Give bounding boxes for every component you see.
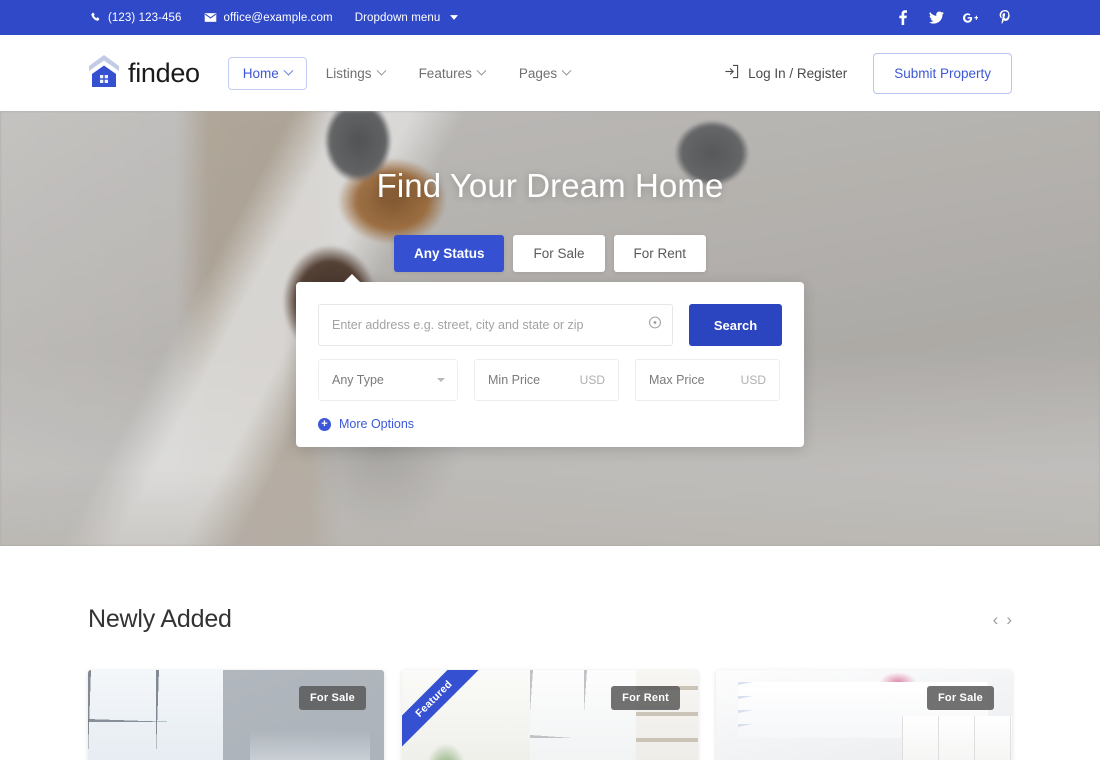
more-options-label: More Options xyxy=(339,417,415,431)
sign-in-icon xyxy=(724,64,739,82)
chevron-down-icon xyxy=(476,65,487,76)
property-type-value: Any Type xyxy=(332,373,384,387)
section-title: Newly Added xyxy=(88,605,232,633)
logo[interactable]: findeo xyxy=(88,54,200,93)
house-icon xyxy=(88,54,120,93)
email-link[interactable]: office@example.com xyxy=(204,12,333,24)
top-bar: (123) 123-456 office@example.com Dropdow… xyxy=(0,0,1100,35)
max-price-label: Max Price xyxy=(649,373,705,387)
google-plus-icon[interactable] xyxy=(963,10,978,25)
pinterest-icon[interactable] xyxy=(997,10,1012,25)
property-image xyxy=(716,670,1012,760)
chevron-left-icon[interactable]: ‹ xyxy=(993,611,999,628)
status-tabs: Any Status For Sale For Rent xyxy=(393,235,707,272)
header-actions: Log In / Register Submit Property xyxy=(724,52,1012,94)
search-panel: Search Any Type Min Price USD Max Price … xyxy=(296,274,804,447)
nav-item-pages[interactable]: Pages xyxy=(504,57,585,90)
min-price-currency: USD xyxy=(579,373,605,387)
hero-title: Find Your Dream Home xyxy=(376,167,724,204)
chevron-down-icon xyxy=(561,65,572,76)
nav-item-listings[interactable]: Listings xyxy=(311,57,400,90)
property-type-select-wrapper[interactable]: Any Type xyxy=(318,359,458,401)
facebook-icon[interactable] xyxy=(895,10,910,25)
chevron-right-icon[interactable]: › xyxy=(1006,611,1012,628)
status-badge: For Sale xyxy=(298,686,366,710)
caret-down-icon xyxy=(437,378,445,382)
phone-number: (123) 123-456 xyxy=(108,11,182,24)
phone-icon xyxy=(90,12,101,23)
max-price-input[interactable]: Max Price USD xyxy=(635,359,780,401)
login-register-link[interactable]: Log In / Register xyxy=(724,64,847,82)
more-options-toggle[interactable]: + More Options xyxy=(318,417,782,431)
login-label: Log In / Register xyxy=(748,65,848,81)
property-cards: For Sale Featured For Rent For Sale xyxy=(88,670,1012,760)
dropdown-label: Dropdown menu xyxy=(354,11,441,24)
property-card[interactable]: For Sale xyxy=(716,670,1012,760)
nav-item-home[interactable]: Home xyxy=(227,56,307,90)
search-button[interactable]: Search xyxy=(689,304,782,346)
email-address: office@example.com xyxy=(223,11,333,24)
status-tab-any-status[interactable]: Any Status xyxy=(393,235,505,272)
hero-section: Find Your Dream Home Any Status For Sale… xyxy=(0,111,1100,546)
envelope-icon xyxy=(204,12,217,23)
nav-label-listings: Listings xyxy=(325,65,372,81)
nav-label-pages: Pages xyxy=(518,65,558,81)
twitter-icon[interactable] xyxy=(929,10,944,25)
address-input[interactable] xyxy=(318,304,673,346)
address-field-wrapper xyxy=(318,304,673,346)
property-card[interactable]: For Sale xyxy=(88,670,384,760)
nav-item-features[interactable]: Features xyxy=(404,57,500,90)
status-badge: For Rent xyxy=(611,686,680,710)
property-image xyxy=(88,670,384,760)
section-header: Newly Added ‹ › xyxy=(88,605,1012,634)
nav-label-features: Features xyxy=(418,65,472,81)
status-badge: For Sale xyxy=(926,686,994,710)
phone-link[interactable]: (123) 123-456 xyxy=(90,12,182,24)
crosshair-icon[interactable] xyxy=(648,316,662,335)
status-tab-for-sale[interactable]: For Sale xyxy=(513,235,605,272)
chevron-down-icon xyxy=(283,65,294,76)
logo-text: findeo xyxy=(128,57,200,88)
main-nav: Home Listings Features Pages xyxy=(227,56,585,90)
min-price-input[interactable]: Min Price USD xyxy=(474,359,619,401)
top-bar-dropdown[interactable]: Dropdown menu xyxy=(355,12,459,24)
status-tab-for-rent[interactable]: For Rent xyxy=(613,235,707,272)
listings-section: Newly Added ‹ › For Sale Featured For Re… xyxy=(0,605,1100,760)
property-card[interactable]: Featured For Rent xyxy=(402,670,698,760)
chevron-down-icon xyxy=(376,65,387,76)
nav-label-home: Home xyxy=(242,65,279,81)
chevron-down-icon xyxy=(450,15,459,20)
plus-circle-icon: + xyxy=(318,417,331,431)
submit-property-button[interactable]: Submit Property xyxy=(873,52,1012,94)
carousel-controls: ‹ › xyxy=(993,611,1012,634)
min-price-label: Min Price xyxy=(488,373,541,387)
site-header: findeo Home Listings Features Pages Log xyxy=(0,35,1100,111)
social-links xyxy=(895,10,1012,25)
max-price-currency: USD xyxy=(740,373,766,387)
top-bar-contacts: (123) 123-456 office@example.com Dropdow… xyxy=(90,12,459,24)
